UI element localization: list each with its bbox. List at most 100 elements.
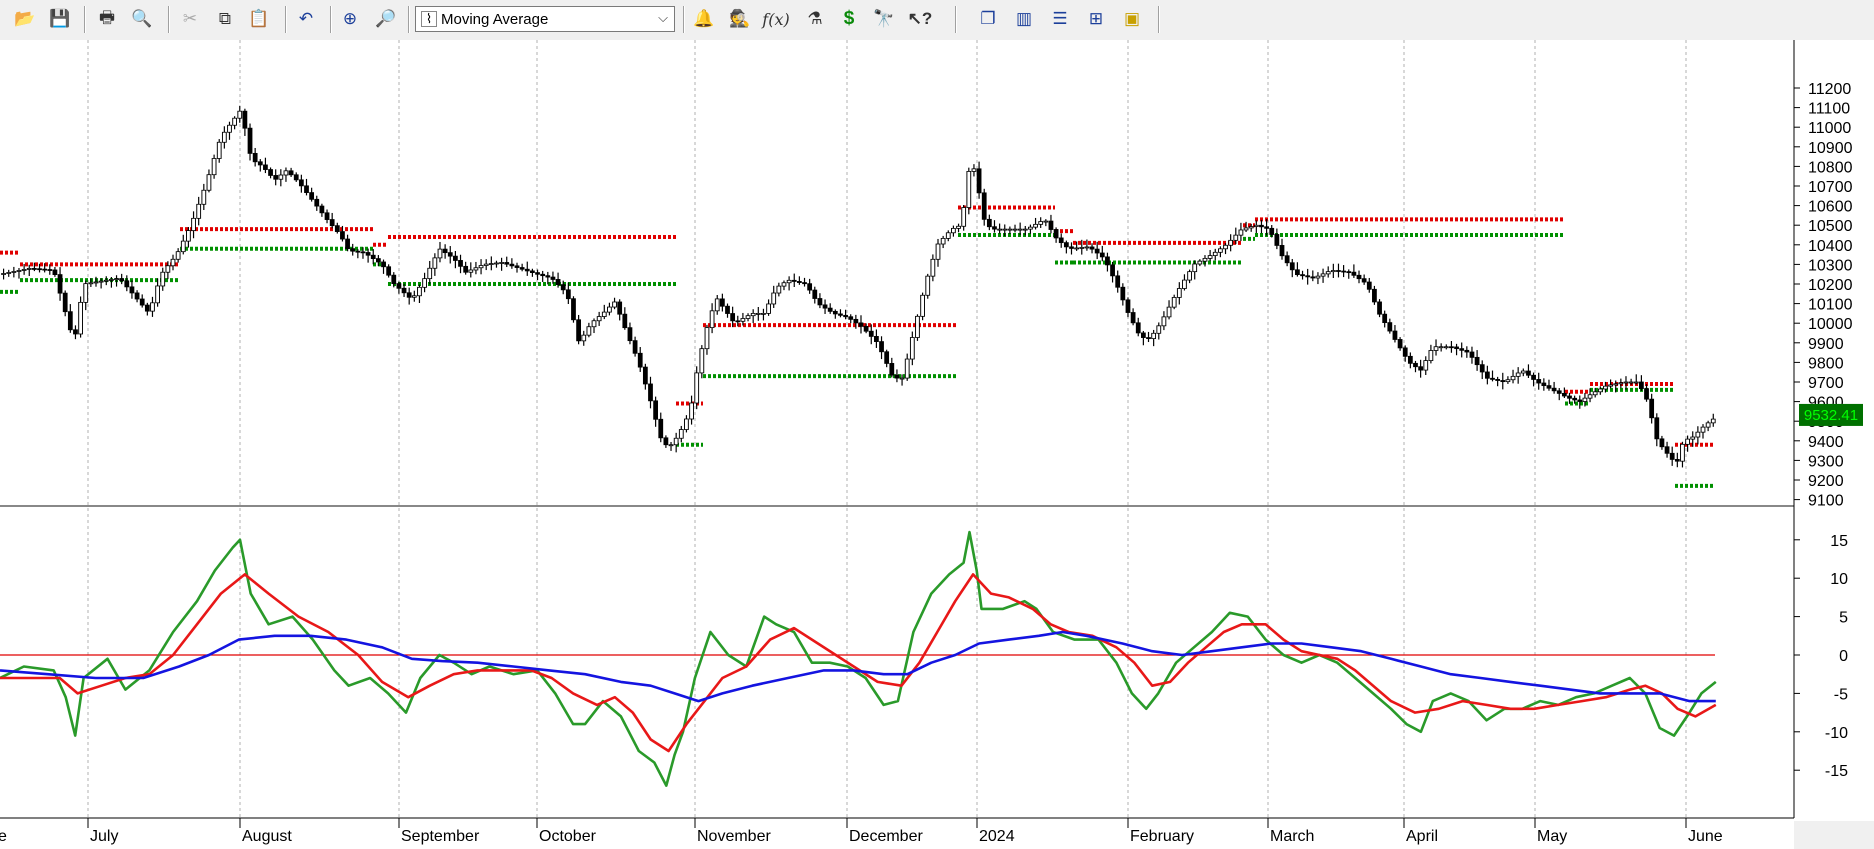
candle-body — [658, 418, 664, 439]
candle-body — [868, 330, 874, 337]
candle-body — [889, 363, 895, 376]
expert-icon[interactable]: 🕵 — [726, 5, 754, 33]
dollar-icon[interactable]: $ — [835, 5, 863, 33]
candle-body — [1423, 360, 1429, 371]
candle-body — [73, 329, 78, 335]
candle-body — [155, 285, 160, 304]
candle-body — [1669, 452, 1675, 460]
candle-body — [1639, 381, 1644, 390]
candle-body — [1366, 281, 1372, 290]
indicator-select[interactable]: ⌇ Moving Average ⌵ — [415, 6, 675, 32]
candle-body — [375, 258, 381, 263]
candle-body — [309, 192, 315, 200]
candle-body — [150, 302, 155, 312]
candle-body — [1120, 286, 1126, 301]
candle-body — [1233, 234, 1239, 241]
candle-body — [1443, 346, 1449, 349]
candle-body — [1, 273, 6, 275]
candle-body — [992, 226, 997, 230]
candle-body — [1171, 297, 1177, 308]
window-properties-icon[interactable]: ▣ — [1118, 5, 1146, 33]
candle-body — [1182, 279, 1187, 289]
price-tick-label: 9300 — [1808, 453, 1844, 470]
candle-body — [324, 212, 330, 220]
candle-body — [879, 341, 884, 353]
print-preview-icon[interactable]: 🔍 — [128, 5, 156, 33]
candle-body — [1264, 226, 1269, 229]
candle-body — [93, 281, 99, 284]
candle-body — [1002, 228, 1008, 231]
candle-body — [1490, 377, 1495, 380]
crosshair-icon[interactable]: ⊕ — [336, 5, 364, 33]
candle-body — [1105, 256, 1110, 266]
candle-body — [899, 377, 905, 380]
candle-body — [1238, 229, 1244, 236]
candle-body — [966, 171, 972, 208]
cut-icon[interactable]: ✂ — [176, 5, 204, 33]
candle-body — [555, 279, 561, 286]
chevron-down-icon[interactable]: ⌵ — [658, 10, 668, 26]
candle-body — [98, 280, 104, 283]
candle-body — [355, 250, 361, 253]
chart-area[interactable]: 9100920093009400950096009700980099001000… — [0, 40, 1874, 849]
axis-corner — [1794, 821, 1874, 849]
scanner-icon[interactable]: ⚗ — [801, 5, 829, 33]
tile-vertical-icon[interactable]: ▥ — [1010, 5, 1038, 33]
tile-grid-icon[interactable]: ⊞ — [1082, 5, 1110, 33]
candle-body — [719, 298, 725, 307]
candle-body — [714, 298, 720, 312]
candle-body — [504, 262, 510, 265]
candle-body — [1269, 227, 1275, 235]
candle-body — [730, 313, 736, 322]
candle-body — [632, 340, 638, 354]
candle-body — [103, 279, 109, 282]
time-label: July — [90, 828, 118, 845]
binoculars-icon[interactable]: 🔭 — [870, 5, 898, 33]
function-icon[interactable]: f(x) — [762, 5, 790, 33]
print-icon[interactable]: 🖶 — [93, 5, 121, 33]
candle-body — [1176, 288, 1182, 298]
candle-body — [755, 312, 761, 315]
candle-body — [981, 192, 987, 220]
candle-body — [1253, 224, 1259, 227]
new-window-icon[interactable]: ❐ — [974, 5, 1002, 33]
candle-body — [1551, 387, 1557, 392]
candle-body — [196, 203, 202, 219]
undo-icon[interactable]: ↶ — [292, 5, 320, 33]
time-label: May — [1537, 828, 1567, 845]
time-label: December — [849, 828, 923, 845]
candle-body — [463, 265, 469, 273]
candle-body — [1197, 260, 1203, 265]
candle-body — [1536, 379, 1542, 384]
toolbar-separator — [84, 6, 86, 33]
candle-body — [535, 272, 540, 275]
candle-body — [745, 315, 751, 319]
candle-body — [1017, 228, 1023, 231]
last-price-label: 9532.41 — [1799, 403, 1863, 426]
candle-body — [26, 268, 32, 270]
candle-body — [396, 283, 402, 289]
price-tick-label: 9900 — [1808, 336, 1844, 353]
zoom-icon[interactable]: 🔎 — [372, 5, 400, 33]
open-folder-icon[interactable]: 📂 — [11, 5, 39, 33]
candle-body — [1099, 252, 1105, 258]
candle-body — [1418, 366, 1424, 371]
price-tick-label: 10900 — [1808, 140, 1853, 157]
candle-body — [1207, 255, 1213, 259]
candle-body — [1223, 244, 1228, 250]
candle-body — [1561, 392, 1567, 397]
candle-body — [776, 285, 782, 294]
candle-body — [1063, 242, 1069, 248]
tile-horizontal-icon[interactable]: ☰ — [1046, 5, 1074, 33]
alert-icon[interactable]: 🔔 — [690, 5, 718, 33]
paste-icon[interactable]: 📋 — [245, 5, 273, 33]
copy-icon[interactable]: ⧉ — [211, 5, 239, 33]
candle-body — [1084, 246, 1090, 249]
toolbar-separator — [1158, 6, 1160, 33]
candle-body — [447, 252, 453, 257]
help-pointer-icon[interactable]: ↖? — [906, 5, 934, 33]
candle-body — [31, 268, 37, 270]
candle-body — [1336, 270, 1341, 272]
candle-body — [1130, 312, 1136, 324]
save-icon[interactable]: 💾 — [46, 5, 74, 33]
